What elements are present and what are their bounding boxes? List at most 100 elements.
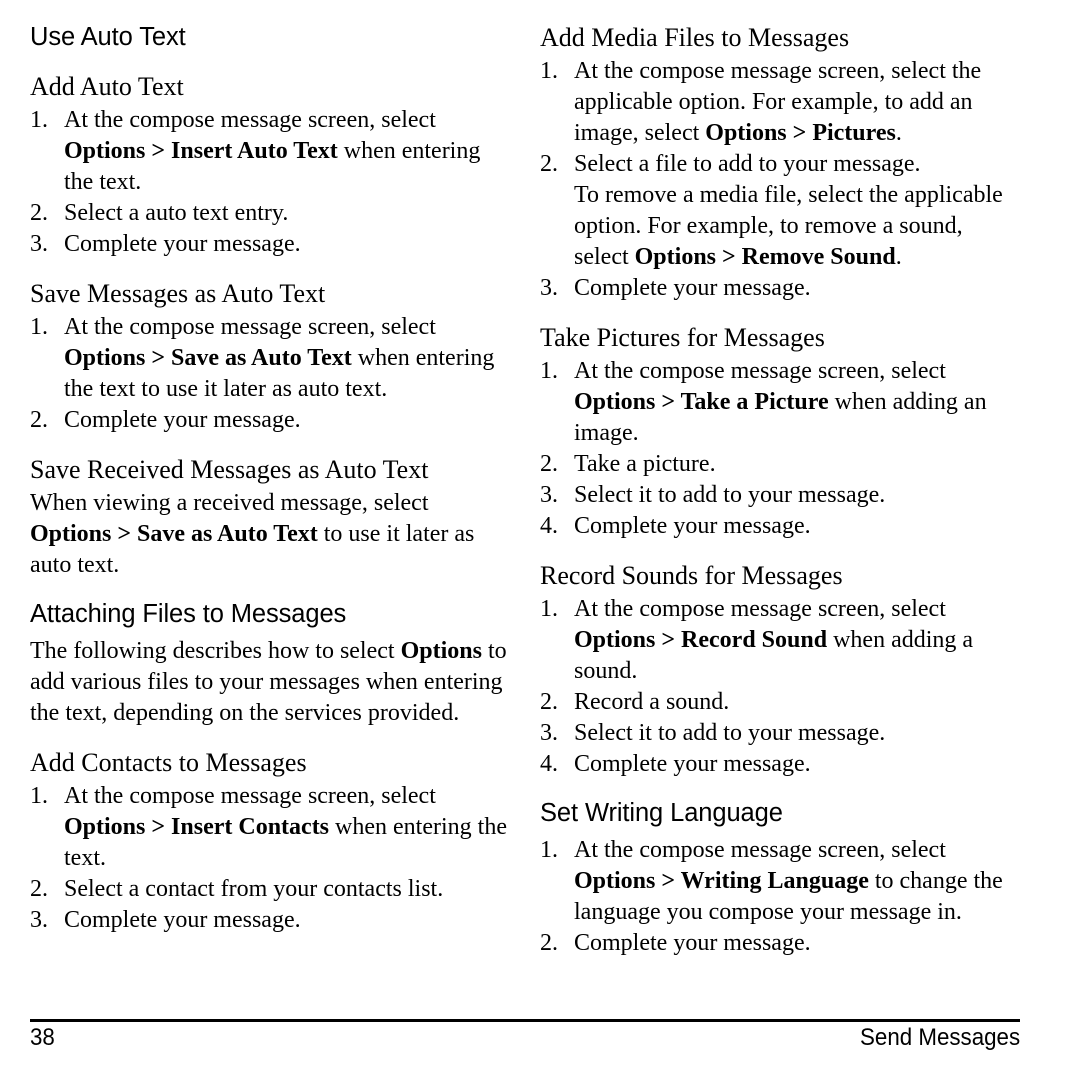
right-column: Add Media Files to Messages 1. At the comp…	[540, 22, 1020, 997]
step-text: At the compose message screen, select Op…	[64, 783, 507, 871]
step-item: 1. At the compose message screen, select …	[30, 105, 510, 198]
step-item: 3. Complete your message.	[30, 905, 510, 936]
step-text: At the compose message screen, select Op…	[574, 358, 987, 446]
section-take-pictures-for-messages: Take Pictures for Messages 1. At the compo…	[540, 322, 1020, 542]
step-text: Select a file to add to your message.	[574, 151, 921, 177]
step-item: 1. At the compose message screen, select …	[540, 835, 1020, 928]
step-item: 1. At the compose message screen, select …	[540, 356, 1020, 449]
step-list: 1. At the compose message screen, select …	[30, 781, 510, 936]
step-text: Complete your message.	[574, 275, 811, 301]
step-number: 2.	[30, 876, 48, 902]
text-run: Take a picture.	[574, 451, 716, 477]
left-column: Use Auto Text Add Auto Text 1. At the compo…	[30, 22, 510, 997]
text-run: The following describes how to select	[30, 638, 401, 664]
text-run: .	[895, 120, 902, 146]
text-run: Select it to add to your message.	[574, 720, 886, 746]
emphasis-run: Options	[400, 638, 482, 664]
step-item: 3. Select it to add to your message.	[540, 718, 1020, 749]
step-list: 1. At the compose message screen, select …	[540, 356, 1020, 542]
step-number: 3.	[540, 275, 558, 301]
step-number: 3.	[30, 231, 48, 257]
emphasis-run: Options > Save as Auto Text	[64, 345, 352, 371]
step-number: 2.	[30, 407, 48, 433]
step-number: 1.	[540, 837, 558, 863]
step-text: Complete your message.	[574, 930, 811, 956]
text-run: At the compose message screen, select	[574, 358, 946, 384]
step-item: 3. Select it to add to your message.	[540, 480, 1020, 511]
text-run: Select a auto text entry.	[64, 200, 289, 226]
step-number: 1.	[30, 783, 48, 809]
step-number: 1.	[540, 358, 558, 384]
text-run: Select a file to add to your message.	[574, 151, 921, 177]
step-continuation: To remove a media file, select the appli…	[574, 180, 1020, 273]
section-heading: Use Auto Text	[30, 23, 186, 51]
step-text: Take a picture.	[574, 451, 716, 477]
step-item: 2. Take a picture.	[540, 449, 1020, 480]
section-attaching-files-to-messages: Attaching Files to Messages The following…	[30, 599, 510, 729]
step-list: 1. At the compose message screen, select …	[540, 594, 1020, 780]
text-run: Complete your message.	[574, 275, 811, 301]
text-run: Complete your message.	[64, 407, 301, 433]
text-run: When viewing a received message, select	[30, 490, 429, 516]
section-save-messages-as-auto-text: Save Messages as Auto Text 1. At the compo…	[30, 278, 510, 436]
text-run: At the compose message screen, select	[64, 783, 436, 809]
text-run: Select it to add to your message.	[574, 482, 886, 508]
step-item: 1. At the compose message screen, select …	[540, 56, 1020, 149]
step-text: At the compose message screen, select th…	[574, 58, 981, 146]
step-item: 4. Complete your message.	[540, 511, 1020, 542]
step-item: 1. At the compose message screen, select …	[30, 781, 510, 874]
step-number: 3.	[30, 907, 48, 933]
section-heading: Add Media Files to Messages	[540, 23, 850, 52]
step-item: 1. At the compose message screen, select …	[30, 312, 510, 405]
footer-rule	[30, 1019, 1020, 1022]
text-run: Record a sound.	[574, 689, 730, 715]
text-run: Complete your message.	[64, 907, 301, 933]
body-paragraph: The following describes how to select Op…	[30, 636, 510, 729]
step-number: 1.	[30, 314, 48, 340]
page-footer: 38 Send Messages	[30, 1019, 1020, 1052]
text-run: At the compose message screen, select	[574, 596, 946, 622]
step-number: 4.	[540, 751, 558, 777]
step-text: At the compose message screen, select Op…	[64, 314, 494, 402]
step-text: Complete your message.	[64, 231, 301, 257]
text-run: At the compose message screen, select	[64, 314, 436, 340]
body-paragraph: When viewing a received message, select …	[30, 488, 510, 581]
step-text: At the compose message screen, select Op…	[574, 596, 973, 684]
page-columns: Use Auto Text Add Auto Text 1. At the compo…	[30, 22, 1050, 997]
text-run: Complete your message.	[574, 513, 811, 539]
text-run: Select a contact from your contacts list…	[64, 876, 444, 902]
section-heading: Save Messages as Auto Text	[30, 279, 326, 308]
text-run: Complete your message.	[574, 930, 811, 956]
step-item: 3. Complete your message.	[30, 229, 510, 260]
emphasis-run: Options > Insert Contacts	[64, 814, 330, 840]
step-text: Record a sound.	[574, 689, 729, 715]
step-text: At the compose message screen, select Op…	[574, 837, 1003, 925]
step-number: 2.	[540, 930, 558, 956]
emphasis-run: Options > Writing Language	[574, 868, 869, 894]
step-list: 1. At the compose message screen, select …	[30, 105, 510, 260]
footer-section-name: Send Messages	[859, 1024, 1020, 1051]
step-number: 4.	[540, 513, 558, 539]
step-number: 3.	[540, 720, 558, 746]
emphasis-run: Options > Pictures	[705, 120, 896, 146]
step-number: 2.	[30, 200, 48, 226]
step-number: 1.	[30, 107, 48, 133]
section-heading: Attaching Files to Messages	[30, 600, 347, 628]
section-add-auto-text: Add Auto Text 1. At the compose message sc…	[30, 71, 510, 260]
section-heading: Save Received Messages as Auto Text	[30, 455, 429, 484]
step-item: 2. Select a contact from your contacts li…	[30, 874, 510, 905]
step-text: Complete your message.	[64, 407, 301, 433]
step-number: 2.	[540, 689, 558, 715]
step-item: 3. Complete your message.	[540, 273, 1020, 304]
text-run: Complete your message.	[64, 231, 301, 257]
section-use-auto-text: Use Auto Text	[30, 22, 510, 53]
step-number: 2.	[540, 451, 558, 477]
step-item: 1. At the compose message screen, select …	[540, 594, 1020, 687]
step-text: Select it to add to your message.	[574, 720, 885, 746]
step-number: 2.	[540, 151, 558, 177]
section-record-sounds-for-messages: Record Sounds for Messages 1. At the compo…	[540, 560, 1020, 780]
emphasis-run: Options > Take a Picture	[574, 389, 829, 415]
step-item: 2. Select a auto text entry.	[30, 198, 510, 229]
step-item: 4. Complete your message.	[540, 749, 1020, 780]
section-heading: Record Sounds for Messages	[540, 561, 843, 590]
